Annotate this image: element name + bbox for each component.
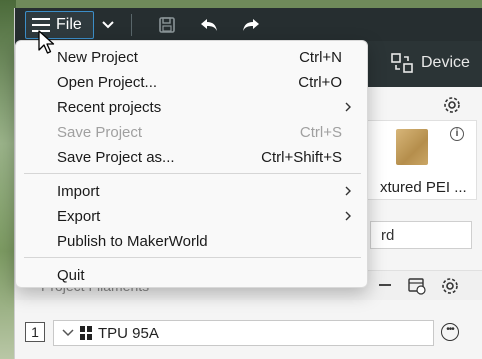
menu-separator bbox=[24, 173, 361, 174]
menu-item-recent-projects[interactable]: Recent projects bbox=[16, 96, 369, 120]
file-menu-label: File bbox=[56, 16, 82, 33]
filament-settings-gear-icon[interactable] bbox=[441, 277, 459, 300]
menu-item-save-project[interactable]: Save Project Ctrl+S bbox=[16, 121, 369, 145]
menu-item-label: Open Project... bbox=[57, 74, 158, 91]
menu-item-shortcut: Ctrl+O bbox=[298, 74, 342, 91]
tab-device[interactable]: Device bbox=[391, 53, 470, 73]
menu-item-import[interactable]: Import bbox=[16, 180, 369, 204]
toolbar-divider bbox=[131, 14, 132, 36]
titlebar: File bbox=[15, 8, 482, 41]
menu-item-label: Import bbox=[57, 183, 100, 200]
menu-item-publish-makerworld[interactable]: Publish to MakerWorld bbox=[16, 230, 369, 254]
menu-separator bbox=[24, 257, 361, 258]
filament-name: TPU 95A bbox=[98, 324, 159, 342]
panel-input-field[interactable]: rd bbox=[370, 221, 472, 249]
chevron-right-icon bbox=[345, 211, 351, 221]
chevron-right-icon bbox=[345, 102, 351, 112]
mouse-cursor-icon bbox=[38, 30, 55, 54]
menu-item-label: Quit bbox=[57, 267, 85, 284]
menu-item-label: Export bbox=[57, 208, 101, 225]
menu-item-new-project[interactable]: New Project Ctrl+N bbox=[16, 46, 369, 70]
menu-item-save-project-as[interactable]: Save Project as... Ctrl+Shift+S bbox=[16, 146, 369, 170]
filament-sync-icon[interactable] bbox=[407, 277, 427, 300]
chevron-right-icon bbox=[345, 186, 351, 196]
info-icon[interactable]: i bbox=[450, 127, 464, 141]
filament-color-swatch bbox=[80, 326, 92, 340]
device-icon bbox=[391, 53, 413, 73]
file-menu-button[interactable]: File bbox=[25, 11, 94, 39]
menu-item-label: New Project bbox=[57, 49, 138, 66]
chevron-down-icon bbox=[62, 329, 74, 337]
menu-item-label: Recent projects bbox=[57, 99, 162, 116]
filament-select[interactable]: TPU 95A bbox=[53, 320, 434, 346]
menu-item-label: Save Project bbox=[57, 124, 143, 141]
menu-item-shortcut: Ctrl+S bbox=[299, 124, 342, 141]
tab-device-label: Device bbox=[421, 54, 470, 71]
menu-item-quit[interactable]: Quit bbox=[16, 264, 369, 288]
menu-item-shortcut: Ctrl+Shift+S bbox=[261, 149, 342, 166]
settings-gear-icon[interactable] bbox=[443, 96, 461, 119]
plate-type-card[interactable]: i xtured PEI ... bbox=[367, 120, 477, 200]
save-icon[interactable] bbox=[156, 14, 178, 36]
menu-item-open-project[interactable]: Open Project... Ctrl+O bbox=[16, 71, 369, 95]
more-options-icon[interactable]: ••• bbox=[441, 323, 459, 341]
undo-icon[interactable] bbox=[198, 14, 220, 36]
file-dropdown-menu: New Project Ctrl+N Open Project... Ctrl+… bbox=[15, 40, 368, 288]
filament-slot-number: 1 bbox=[25, 322, 45, 342]
minus-icon[interactable] bbox=[377, 277, 393, 298]
plate-thumbnail bbox=[396, 129, 428, 165]
menu-item-label: Publish to MakerWorld bbox=[57, 233, 208, 250]
chevron-down-icon[interactable] bbox=[97, 14, 119, 36]
plate-type-label: xtured PEI ... bbox=[380, 179, 467, 196]
redo-icon[interactable] bbox=[240, 14, 262, 36]
menu-item-shortcut: Ctrl+N bbox=[299, 49, 342, 66]
menu-item-export[interactable]: Export bbox=[16, 205, 369, 229]
menu-item-label: Save Project as... bbox=[57, 149, 175, 166]
filament-row: 1 TPU 95A ••• bbox=[15, 313, 482, 353]
